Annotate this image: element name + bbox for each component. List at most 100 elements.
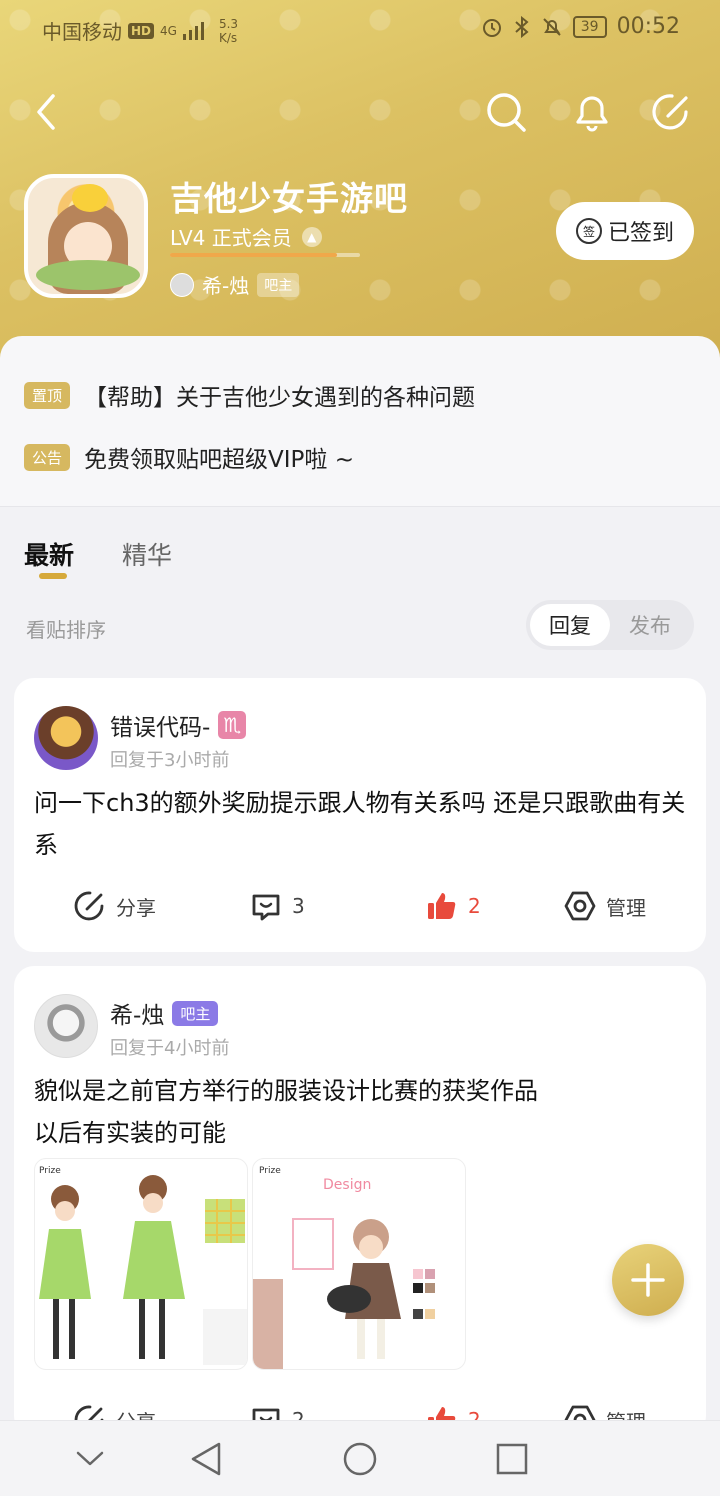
post-card[interactable]: 错误代码- ♏ 回复于3小时前 问一下ch3的额外奖励提示跟人物有关系吗 还是只… xyxy=(14,678,706,952)
forum-owner[interactable]: 希-烛 吧主 xyxy=(170,270,300,299)
post-actions: 分享 3 2 管理 xyxy=(14,876,706,936)
post-content-line: 貌似是之前官方举行的服装设计比赛的获奖作品 xyxy=(34,1077,538,1105)
square-recents-icon xyxy=(496,1443,528,1475)
post-content[interactable]: 问一下ch3的额外奖励提示跟人物有关系吗 还是只跟歌曲有关系 xyxy=(34,782,694,866)
circle-home-icon xyxy=(343,1442,377,1476)
notice-text: 【帮助】关于吉他少女遇到的各种问题 xyxy=(84,385,476,411)
back-arrow-icon xyxy=(37,94,55,130)
owner-avatar xyxy=(170,272,194,297)
carrier-label: 中国移动 xyxy=(42,20,122,44)
clock: 00:52 xyxy=(616,14,680,39)
active-tab-indicator xyxy=(39,573,67,579)
battery-indicator: 39 xyxy=(572,15,607,38)
post-content-line: 以后有实装的可能 xyxy=(34,1119,226,1147)
share-button[interactable]: 分享 xyxy=(74,876,156,936)
nav-home-button[interactable] xyxy=(340,1439,380,1479)
mute-bell-icon xyxy=(543,17,561,36)
forum-avatar[interactable] xyxy=(24,174,148,298)
like-button[interactable]: 2 xyxy=(426,876,481,936)
post-image[interactable]: Prize Design xyxy=(252,1158,466,1370)
comment-button[interactable]: 3 xyxy=(250,876,305,936)
post-content[interactable]: 貌似是之前官方举行的服装设计比赛的获奖作品 以后有实装的可能 xyxy=(34,1070,694,1154)
post-meta: 回复于3小时前 xyxy=(110,750,230,771)
hd-icon: HD xyxy=(128,22,155,39)
new-post-button[interactable] xyxy=(612,1244,684,1316)
manage-button[interactable]: 管理 xyxy=(564,876,646,936)
signin-label: 已签到 xyxy=(607,221,674,246)
speed-value: 5.3 xyxy=(218,16,239,31)
author-avatar[interactable] xyxy=(34,706,98,770)
like-count: 2 xyxy=(468,894,481,918)
rocket-icon: ▲ xyxy=(301,226,322,247)
notice-tag: 置顶 xyxy=(24,381,71,409)
sort-by-reply[interactable]: 回复 xyxy=(530,604,610,646)
level-progress-bar xyxy=(170,253,360,257)
speed-unit: K/s xyxy=(218,30,238,45)
manage-label: 管理 xyxy=(606,895,646,920)
feed-tabs: 最新 精华 xyxy=(0,508,720,592)
divider xyxy=(0,506,720,507)
level-progress-fill xyxy=(170,253,338,257)
image-caption: Prize xyxy=(39,1166,61,1176)
sort-toggle: 回复 发布 xyxy=(526,600,694,650)
level-label: LV4 正式会员 xyxy=(170,226,292,250)
author-name[interactable]: 希-烛 xyxy=(110,996,164,1030)
network-speed: 5.3 K/s xyxy=(219,17,238,45)
comment-count: 3 xyxy=(292,894,305,918)
author-name[interactable]: 错误代码- xyxy=(110,708,210,742)
system-navigation-bar xyxy=(0,1420,720,1496)
avatar-leaf xyxy=(36,260,140,290)
post-meta: 回复于4小时前 xyxy=(110,1038,230,1059)
notice-tag: 公告 xyxy=(24,443,71,471)
author-row: 希-烛 吧主 xyxy=(110,996,219,1030)
post-card[interactable]: 希-烛 吧主 回复于4小时前 貌似是之前官方举行的服装设计比赛的获奖作品 以后有… xyxy=(14,966,706,1436)
notice-text: 免费领取贴吧超级VIP啦 ~ xyxy=(84,447,354,473)
chevron-down-icon xyxy=(76,1451,104,1466)
signal-bars-icon xyxy=(182,21,204,40)
thumbs-up-icon xyxy=(428,893,456,919)
nav-recents-button[interactable] xyxy=(492,1439,532,1479)
owner-badge: 吧主 xyxy=(257,272,300,297)
signin-button[interactable]: 签 已签到 xyxy=(556,202,694,260)
notification-button[interactable] xyxy=(564,84,620,140)
hide-keyboard-button[interactable] xyxy=(70,1439,110,1479)
edit-button[interactable] xyxy=(644,84,700,140)
bluetooth-icon xyxy=(515,15,529,38)
image-caption: Prize xyxy=(259,1166,281,1176)
author-avatar[interactable] xyxy=(34,994,98,1058)
zodiac-scorpio-icon: ♏ xyxy=(218,711,247,739)
sort-row: 看贴排序 回复 发布 xyxy=(0,600,720,652)
forum-header: 中国移动 HD 4G 5.3 K/s 39 00:52 吉他少女手游吧 LV4 … xyxy=(0,0,720,380)
search-icon xyxy=(487,93,526,132)
forum-title: 吉他少女手游吧 xyxy=(170,179,408,218)
dress-design-image: Prize xyxy=(39,1166,247,1365)
triangle-back-icon xyxy=(191,1442,221,1476)
post-image[interactable]: Prize xyxy=(34,1158,248,1370)
signin-seal-icon: 签 xyxy=(575,218,602,244)
edit-icon xyxy=(652,94,688,130)
share-label: 分享 xyxy=(116,895,156,920)
sort-label: 看贴排序 xyxy=(26,618,106,642)
top-navigation xyxy=(0,84,720,144)
back-button[interactable] xyxy=(18,84,74,140)
share-icon xyxy=(74,891,104,921)
notice-pinned[interactable]: 置顶 【帮助】关于吉他少女遇到的各种问题 xyxy=(24,378,475,412)
owner-name: 希-烛 xyxy=(202,274,250,298)
comment-icon xyxy=(252,894,280,921)
notice-announcement[interactable]: 公告 免费领取贴吧超级VIP啦 ~ xyxy=(24,440,354,474)
sort-by-publish[interactable]: 发布 xyxy=(610,604,690,646)
bell-icon xyxy=(576,96,608,132)
author-row: 错误代码- ♏ xyxy=(110,708,247,742)
alarm-icon xyxy=(482,18,501,37)
avatar-chick xyxy=(72,184,108,212)
tab-featured[interactable]: 精华 xyxy=(122,536,172,572)
nav-back-button[interactable] xyxy=(186,1439,226,1479)
forum-level[interactable]: LV4 正式会员 ▲ xyxy=(170,222,322,251)
plus-icon xyxy=(631,1263,665,1297)
guitar-girl-design-image: Prize Design xyxy=(253,1166,435,1369)
status-bar: 中国移动 HD 4G 5.3 K/s 39 00:52 xyxy=(0,0,720,56)
tab-latest[interactable]: 最新 xyxy=(24,536,74,572)
search-button[interactable] xyxy=(478,84,534,140)
image-title: Design xyxy=(323,1177,371,1193)
manage-hexagon-icon xyxy=(564,891,596,921)
